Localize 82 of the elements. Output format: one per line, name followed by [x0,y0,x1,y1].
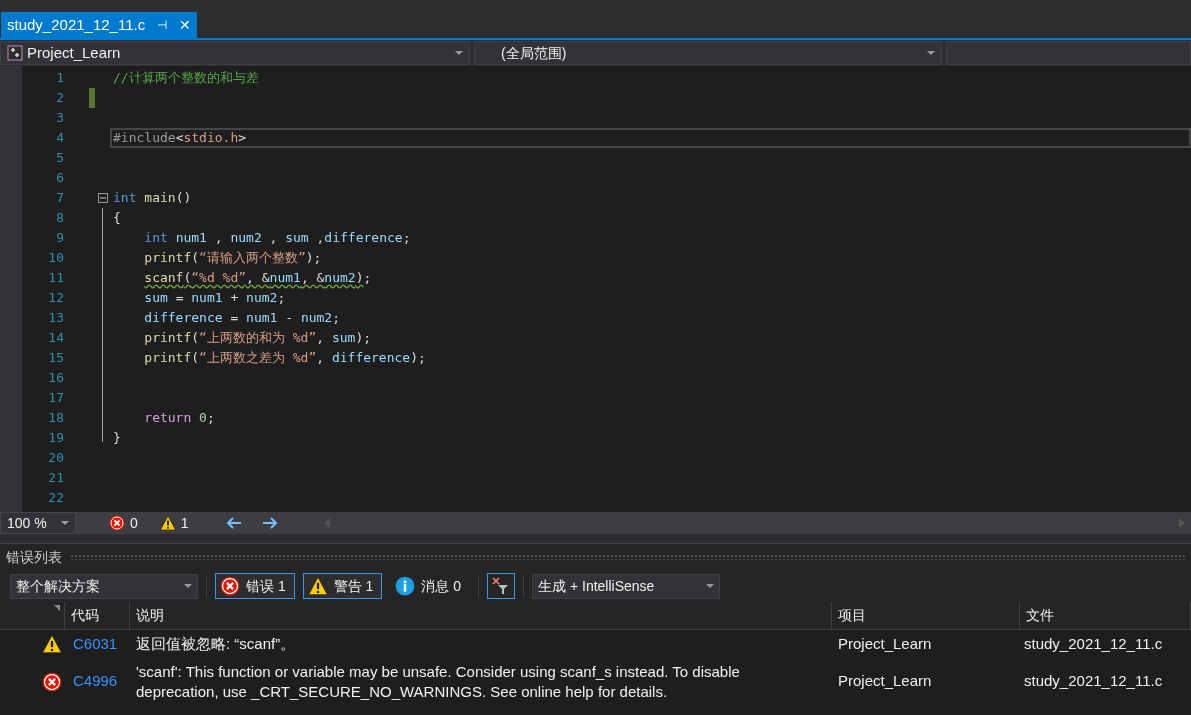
line-number: 17 [47,389,64,407]
column-header[interactable]: 说明 [130,602,832,629]
caret-icon [61,521,69,525]
warning-icon [42,634,62,655]
warning-icon [159,515,176,531]
line-number: 20 [47,449,64,467]
forward-arrow-icon[interactable] [261,516,278,530]
error-description: 返回值被忽略: “scanf”。 [135,634,297,655]
info-icon [395,576,416,596]
column-header[interactable]: 代码 [65,602,130,629]
code-line: difference = num1 - num2; [143,309,340,327]
line-number: 8 [55,209,64,227]
scope-dropdown[interactable]: 整个解决方案 [10,573,198,599]
error-count: 0 [130,513,138,533]
error-code-link[interactable]: C4996 [65,670,130,693]
line-number: 1 [55,69,64,87]
caret-icon [927,51,935,55]
code-line: printf(“上两数的和为 %d”, sum); [143,329,372,347]
line-number: 10 [47,249,64,267]
source-dropdown[interactable]: 生成 + IntelliSense [532,573,721,599]
clear-filter-button[interactable] [487,573,516,599]
code-line: sum = num1 + num2; [143,289,286,307]
code-line: printf(“上两数之差为 %d”, difference); [143,349,426,367]
code-line: int num1 , num2 , sum ,difference; [143,229,411,247]
error-code-link[interactable]: C6031 [65,633,130,656]
warning-icon [307,576,328,596]
column-header[interactable]: 文件 [1020,602,1191,629]
error-icon [42,671,62,692]
line-number: 19 [47,429,64,447]
project-dropdown[interactable]: Project_Learn [0,41,470,65]
code-line: int main() [113,189,192,207]
file-tab[interactable]: study_2021_12_11.c ⊣ ✕ [1,12,198,38]
file-cell-text: study_2021_12_11.c [1023,671,1164,692]
line-number: 5 [55,149,64,167]
sort-icon[interactable] [54,605,60,611]
pin-button[interactable]: ⊣ [157,16,168,34]
line-number: 4 [55,129,64,147]
warning-count: 1 [180,513,189,533]
code-line: //计算两个整数的和与差 [113,69,259,87]
line-number: 22 [47,489,64,507]
code-line: } [113,429,121,447]
file-cell-text: study_2021_12_11.c [1023,634,1164,654]
filter-toggle[interactable]: 错误 1 [215,573,295,599]
caret-icon [455,51,463,55]
line-number: 2 [55,89,64,107]
line-number: 16 [47,369,64,387]
panel-title: 错误列表 [6,547,62,567]
collapse-icon[interactable] [98,193,108,203]
line-number: 14 [47,329,64,347]
code-line: #include<stdio.h> [113,129,247,147]
line-number: 18 [47,409,64,427]
back-arrow-icon[interactable] [225,516,242,530]
line-number: 15 [47,349,64,367]
line-number: 7 [55,189,64,207]
code-line: printf(“请输入两个整数”); [143,249,322,267]
line-number: 11 [47,269,64,287]
line-number: 12 [47,289,64,307]
zoom-dropdown[interactable]: 100 % [0,512,76,534]
caret-icon [184,584,192,588]
filter-toggle[interactable]: 警告 1 [302,573,383,599]
project-cell-text: Project_Learn [837,671,933,692]
error-description: 'scanf': This function or variable may be unsafe. Consider using scanf_s instead. To disable deprecation, use _CRT_SECURE_NO_WARNINGS. See online help for details. [135,661,741,702]
line-number: 9 [55,229,64,247]
filter-toggle[interactable]: 消息 0 [390,573,471,599]
funnel-icon [492,577,511,595]
editor-margin[interactable] [0,66,22,512]
member-dropdown[interactable] [946,41,1191,65]
column-header[interactable]: 项目 [832,602,1020,629]
error-icon [220,576,240,596]
caret-icon [706,584,715,588]
project-cell-text: Project_Learn [837,634,933,654]
line-number: 3 [55,109,64,127]
error-icon [109,515,125,531]
line-number: 6 [55,169,64,187]
close-button[interactable]: ✕ [179,14,192,36]
scope-dropdown[interactable]: (全局范围) [474,41,942,65]
line-number: 13 [47,309,64,327]
code-line: scanf(“%d %d”, &num1, &num2); [143,269,372,287]
line-number: 21 [47,469,64,487]
code-line: return 0; [143,409,215,427]
code-line: { [113,209,121,227]
project-icon [7,45,23,61]
